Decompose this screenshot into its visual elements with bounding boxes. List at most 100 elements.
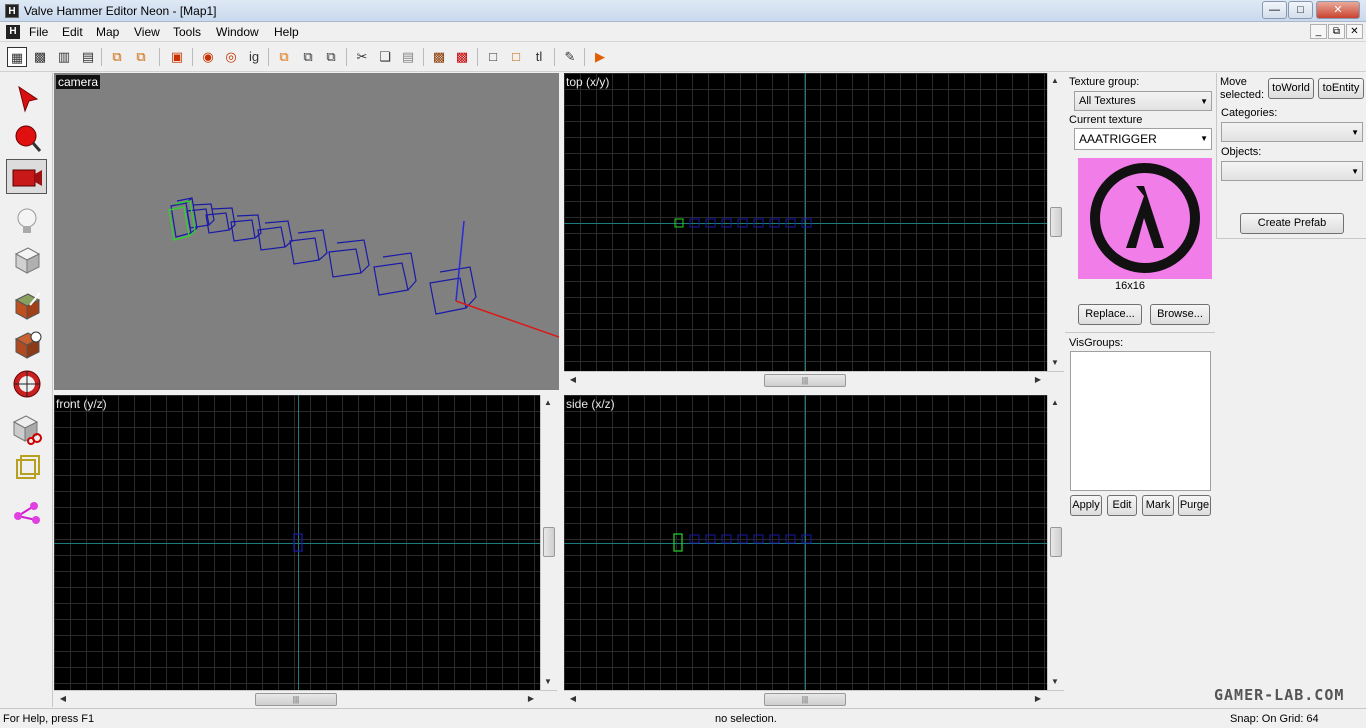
- visgroup-purge-button[interactable]: Purge: [1178, 495, 1211, 516]
- scroll-up-icon[interactable]: ▲: [541, 398, 555, 407]
- load-window-state-icon[interactable]: ⧉: [107, 47, 127, 67]
- paste-icon[interactable]: ▤: [398, 47, 418, 67]
- to-entity-button[interactable]: toEntity: [1318, 78, 1364, 99]
- group-icon[interactable]: ◉: [198, 47, 218, 67]
- scroll-right-icon[interactable]: ▶: [524, 694, 538, 703]
- 3d-grid-icon[interactable]: ▩: [30, 47, 50, 67]
- cut-icon[interactable]: ✂: [352, 47, 372, 67]
- scroll-right-icon[interactable]: ▶: [1031, 694, 1045, 703]
- replace-button[interactable]: Replace...: [1078, 304, 1142, 325]
- apply-texture-tool[interactable]: [6, 327, 47, 362]
- visgroups-list[interactable]: [1070, 351, 1211, 491]
- copy-icon[interactable]: ❏: [375, 47, 395, 67]
- to-entity-icon[interactable]: □: [483, 47, 503, 67]
- magnifier-icon: [15, 125, 41, 152]
- visgroup-apply-button[interactable]: Apply: [1070, 495, 1102, 516]
- scroll-thumb[interactable]: [1050, 527, 1062, 557]
- scroll-down-icon[interactable]: ▼: [541, 677, 555, 686]
- selection-tool[interactable]: [6, 81, 47, 116]
- front-viewport[interactable]: front (y/z): [54, 395, 540, 690]
- texture-group-select[interactable]: All Textures ▼: [1074, 91, 1212, 111]
- scroll-up-icon[interactable]: ▲: [1048, 398, 1062, 407]
- menu-window[interactable]: Window: [216, 25, 259, 39]
- smaller-grid-icon[interactable]: ▥: [54, 47, 74, 67]
- mdi-restore-button[interactable]: ⧉: [1328, 24, 1345, 39]
- entity-tool[interactable]: [6, 203, 47, 238]
- top-viewport-hscroll[interactable]: ◀ ||| ▶: [564, 371, 1064, 388]
- maximize-button[interactable]: □: [1288, 1, 1313, 19]
- light-bulb-icon: [17, 208, 36, 233]
- top-viewport[interactable]: top (x/y): [564, 73, 1047, 371]
- ungroup-icon[interactable]: ◎: [221, 47, 241, 67]
- menu-view[interactable]: View: [134, 25, 160, 39]
- scroll-left-icon[interactable]: ◀: [566, 375, 580, 384]
- side-viewport-hscroll[interactable]: ◀ ||| ▶: [564, 690, 1064, 707]
- mdi-minimize-button[interactable]: _: [1310, 24, 1327, 39]
- carve-icon[interactable]: ⧉: [274, 47, 294, 67]
- scroll-down-icon[interactable]: ▼: [1048, 358, 1062, 367]
- camera-tool[interactable]: [6, 159, 47, 194]
- objects-select[interactable]: ▼: [1221, 161, 1363, 181]
- browse-button[interactable]: Browse...: [1150, 304, 1210, 325]
- scroll-thumb[interactable]: |||: [764, 693, 846, 706]
- texture-scaling-lock-icon[interactable]: ▩: [452, 47, 472, 67]
- grid-toggle-icon[interactable]: ▦: [7, 47, 27, 67]
- tl-text-tool[interactable]: tl: [529, 47, 549, 67]
- vertex-cube-icon: [15, 454, 40, 479]
- side-viewport-vscroll[interactable]: ▲ ▼: [1047, 395, 1064, 690]
- magnify-tool[interactable]: [6, 120, 47, 155]
- status-bar: For Help, press F1 no selection. Snap: O…: [0, 708, 1366, 728]
- vertex-tool[interactable]: [6, 450, 47, 485]
- clip-icon[interactable]: ⧉: [321, 47, 341, 67]
- visgroups-panel: VisGroups: Apply Edit Mark Purge: [1065, 334, 1215, 520]
- scroll-down-icon[interactable]: ▼: [1048, 677, 1062, 686]
- mdi-close-button[interactable]: ✕: [1346, 24, 1363, 39]
- texture-application-tool[interactable]: [6, 288, 47, 323]
- visgroup-mark-button[interactable]: Mark: [1142, 495, 1174, 516]
- scroll-left-icon[interactable]: ◀: [56, 694, 70, 703]
- to-world-icon[interactable]: □: [506, 47, 526, 67]
- scroll-thumb[interactable]: [543, 527, 555, 557]
- scroll-thumb[interactable]: |||: [764, 374, 846, 387]
- front-viewport-hscroll[interactable]: ◀ ||| ▶: [54, 690, 557, 707]
- scroll-thumb[interactable]: |||: [255, 693, 337, 706]
- texture-lock-icon[interactable]: ▩: [429, 47, 449, 67]
- cube-icon: [14, 246, 40, 274]
- camera-viewport[interactable]: camera: [54, 73, 559, 390]
- ignore-groups-icon[interactable]: ig: [244, 47, 264, 67]
- save-window-state-icon[interactable]: ⧉: [131, 47, 151, 67]
- tool-palette: [0, 73, 53, 707]
- menu-help[interactable]: Help: [274, 25, 299, 39]
- menu-map[interactable]: Map: [96, 25, 119, 39]
- visgroup-edit-button[interactable]: Edit: [1107, 495, 1137, 516]
- scroll-thumb[interactable]: [1050, 207, 1062, 237]
- visgroups-label: VisGroups:: [1069, 337, 1124, 349]
- top-viewport-vscroll[interactable]: ▲ ▼: [1047, 73, 1064, 371]
- menu-edit[interactable]: Edit: [62, 25, 83, 39]
- chevron-down-icon: ▼: [1351, 128, 1359, 137]
- clipping-tool[interactable]: [6, 411, 47, 446]
- menu-tools[interactable]: Tools: [173, 25, 201, 39]
- hide-objects-icon[interactable]: ▣: [167, 47, 187, 67]
- front-viewport-vscroll[interactable]: ▲ ▼: [540, 395, 557, 690]
- chevron-down-icon: ▼: [1200, 97, 1208, 106]
- create-prefab-button[interactable]: Create Prefab: [1240, 213, 1344, 234]
- scroll-left-icon[interactable]: ◀: [566, 694, 580, 703]
- brick-cube-icon: [14, 331, 41, 359]
- scroll-right-icon[interactable]: ▶: [1031, 375, 1045, 384]
- check-problems-icon[interactable]: ✎: [560, 47, 580, 67]
- decal-tool[interactable]: [6, 366, 47, 401]
- to-world-button[interactable]: toWorld: [1268, 78, 1314, 99]
- menu-file[interactable]: File: [29, 25, 48, 39]
- block-tool[interactable]: [6, 242, 47, 277]
- minimize-button[interactable]: —: [1262, 1, 1287, 19]
- categories-select[interactable]: ▼: [1221, 122, 1363, 142]
- path-tool[interactable]: [6, 495, 47, 530]
- make-hollow-icon[interactable]: ⧉: [298, 47, 318, 67]
- scroll-up-icon[interactable]: ▲: [1048, 76, 1062, 85]
- side-viewport[interactable]: side (x/z): [564, 395, 1047, 690]
- larger-grid-icon[interactable]: ▤: [78, 47, 98, 67]
- run-map-icon[interactable]: ▶: [590, 47, 610, 67]
- close-button[interactable]: ✕: [1316, 1, 1360, 19]
- current-texture-select[interactable]: AAATRIGGER ▼: [1074, 128, 1212, 150]
